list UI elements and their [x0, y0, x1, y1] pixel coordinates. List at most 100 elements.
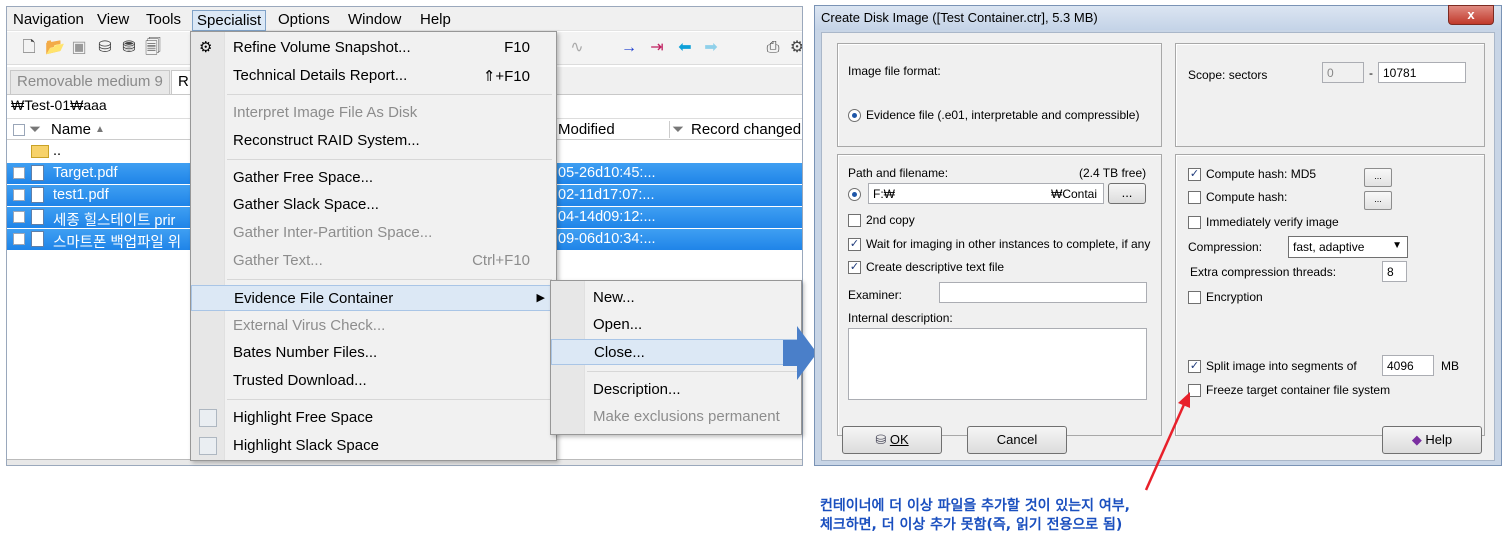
verify-image-checkbox[interactable] — [1188, 216, 1201, 229]
filter-icon[interactable]: ⏷ — [669, 121, 684, 138]
scope-group: Scope: sectors 0 - 10781 — [1175, 43, 1485, 147]
folder-icon — [31, 145, 49, 158]
file-modified: 02-11d17:07:... — [558, 187, 655, 203]
menu-bar: Navigation View Tools Specialist Options… — [7, 7, 802, 31]
menu-separator — [227, 399, 552, 400]
menu-window[interactable]: Window — [344, 10, 405, 29]
menu-options[interactable]: Options — [274, 10, 334, 29]
submenu-item-close[interactable]: Close... — [551, 339, 801, 365]
menu-item-reconstruct-raid[interactable]: Reconstruct RAID System... — [191, 128, 556, 154]
menu-tools[interactable]: Tools — [142, 10, 185, 29]
arrow-right-icon[interactable]: → — [619, 38, 639, 58]
md5-options-button[interactable]: ... — [1364, 168, 1392, 187]
menu-navigation[interactable]: Navigation — [9, 10, 88, 29]
drive-icon[interactable]: ⛃ — [119, 38, 139, 58]
path-input[interactable]: F:₩ ₩Contai — [868, 183, 1104, 204]
save-icon[interactable]: ▣ — [69, 38, 89, 58]
image-format-label: Image file format: — [848, 64, 941, 78]
menu-help[interactable]: Help — [416, 10, 455, 29]
ok-button[interactable]: ⛁ OK — [842, 426, 942, 454]
split-size-input[interactable]: 4096 — [1382, 355, 1434, 376]
submenu-item-open[interactable]: Open... — [551, 312, 801, 338]
compression-select[interactable]: fast, adaptive ▼ — [1288, 236, 1408, 258]
menu-view[interactable]: View — [93, 10, 133, 29]
extra-icon[interactable]: ⚙ — [787, 38, 802, 58]
menu-item-technical-details-report[interactable]: Technical Details Report... ⇑+F10 — [191, 63, 556, 89]
menu-item-highlight-slack-space[interactable]: Highlight Slack Space — [191, 433, 556, 459]
submenu-item-description[interactable]: Description... — [551, 377, 801, 403]
browse-button[interactable]: ... — [1108, 183, 1146, 204]
compute-hash-label: Compute hash: — [1206, 190, 1288, 204]
create-text-file-checkbox[interactable]: ✓ — [848, 261, 861, 274]
file-modified: 05-26d10:45:... — [558, 165, 656, 181]
specialist-menu: ⚙ Refine Volume Snapshot... F10 Technical… — [190, 31, 557, 461]
submenu-item-new[interactable]: New... — [551, 285, 801, 311]
menu-item-gather-free-space[interactable]: Gather Free Space... — [191, 165, 556, 191]
path-radio[interactable] — [848, 188, 861, 201]
hash-options-button[interactable]: ... — [1364, 191, 1392, 210]
help-button[interactable]: ◆ Help — [1382, 426, 1482, 454]
close-button[interactable]: x — [1448, 5, 1494, 25]
back-icon[interactable]: ⬅ — [675, 38, 695, 58]
tab-removable-medium[interactable]: Removable medium 9 — [10, 70, 170, 94]
row-checkbox[interactable] — [13, 189, 25, 201]
row-checkbox[interactable] — [13, 167, 25, 179]
forward-icon[interactable]: ➡ — [701, 38, 721, 58]
properties-icon[interactable]: 🗐 — [143, 38, 163, 58]
options-group: ✓ Compute hash: MD5 ... Compute hash: ..… — [1175, 154, 1485, 436]
blue-arrow-icon — [783, 326, 817, 380]
new-file-icon[interactable]: 🗋 — [19, 38, 39, 58]
dropdown-arrow-icon: ▼ — [1392, 240, 1402, 251]
file-name: 세종 힐스테이트 prir — [53, 213, 176, 229]
file-name: Target.pdf — [53, 165, 118, 181]
menu-separator — [227, 279, 552, 280]
evidence-file-radio[interactable] — [848, 109, 861, 122]
menu-separator — [587, 371, 797, 372]
refine-snapshot-icon: ⚙ — [199, 39, 213, 56]
row-checkbox[interactable] — [13, 211, 25, 223]
disk-icon[interactable]: ⛁ — [95, 38, 115, 58]
column-modified[interactable]: Modified — [555, 121, 615, 138]
split-image-checkbox[interactable]: ✓ — [1188, 360, 1201, 373]
goto-icon[interactable]: ⇥ — [647, 38, 667, 58]
filter-icon[interactable]: ⏷ — [29, 121, 41, 138]
examiner-input[interactable] — [939, 282, 1147, 303]
free-space-label: (2.4 TB free) — [1079, 166, 1147, 180]
compute-hash-checkbox[interactable] — [1188, 191, 1201, 204]
scope-to-input[interactable]: 10781 — [1378, 62, 1466, 83]
encryption-checkbox[interactable] — [1188, 291, 1201, 304]
red-arrow-icon — [1144, 392, 1190, 491]
select-all-checkbox[interactable] — [13, 124, 25, 136]
highlight-slack-space-icon — [199, 437, 217, 455]
scope-dash: - — [1369, 66, 1373, 80]
compression-threads-input[interactable]: 8 — [1382, 261, 1407, 282]
menu-separator — [227, 94, 552, 95]
menu-item-trusted-download[interactable]: Trusted Download... — [191, 368, 556, 394]
help-book-icon: ◆ — [1411, 432, 1426, 447]
wait-imaging-checkbox[interactable]: ✓ — [848, 238, 861, 251]
scope-from-input[interactable]: 0 — [1322, 62, 1364, 83]
print-icon[interactable]: ⎙ — [763, 38, 783, 58]
row-checkbox[interactable] — [13, 233, 25, 245]
second-copy-label: 2nd copy — [866, 213, 915, 227]
examiner-label: Examiner: — [848, 288, 903, 302]
compute-md5-checkbox[interactable]: ✓ — [1188, 168, 1201, 181]
menu-gutter — [191, 32, 225, 460]
menu-item-highlight-free-space[interactable]: Highlight Free Space — [191, 405, 556, 431]
menu-item-refine-volume-snapshot[interactable]: ⚙ Refine Volume Snapshot... F10 — [191, 35, 556, 61]
hex-icon[interactable]: ∿ — [567, 38, 587, 58]
second-copy-checkbox[interactable] — [848, 214, 861, 227]
annotation-line-1: 컨테이너에 더 이상 파일을 추가할 것이 있는지 여부, — [820, 498, 1130, 514]
menu-item-gather-slack-space[interactable]: Gather Slack Space... — [191, 192, 556, 218]
internal-description-textarea[interactable] — [848, 328, 1147, 400]
column-name[interactable]: Name — [51, 121, 91, 138]
menu-specialist[interactable]: Specialist — [192, 10, 267, 31]
cancel-button[interactable]: Cancel — [967, 426, 1067, 454]
open-folder-icon[interactable]: 📂 — [45, 38, 65, 58]
column-record-changed[interactable]: Record changed — [691, 121, 801, 138]
compression-threads-label: Extra compression threads: — [1190, 265, 1337, 279]
path-label: Path and filename: — [848, 166, 949, 180]
menu-item-external-virus-check: External Virus Check... — [233, 317, 386, 334]
menu-item-bates-number-files[interactable]: Bates Number Files... — [191, 340, 556, 366]
menu-item-evidence-file-container[interactable]: Evidence File Container ▶ — [191, 285, 556, 311]
